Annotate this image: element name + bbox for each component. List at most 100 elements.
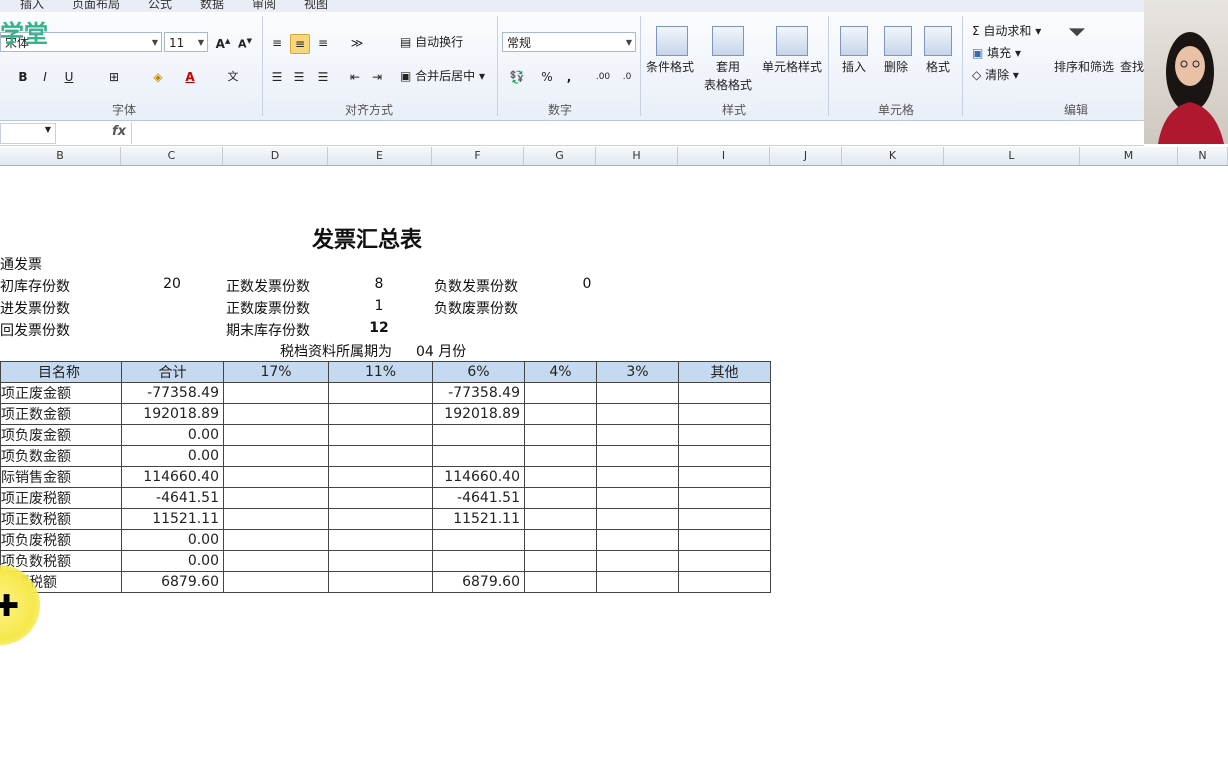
column-header-d[interactable]: D: [223, 147, 328, 165]
table-cell[interactable]: 6879.60: [121, 571, 224, 593]
info-value[interactable]: 12: [360, 320, 398, 336]
table-cell[interactable]: [678, 487, 771, 509]
column-header-h[interactable]: H: [596, 147, 678, 165]
table-cell[interactable]: 192018.89: [432, 403, 525, 425]
table-cell[interactable]: [223, 466, 329, 488]
name-box[interactable]: ▼: [0, 123, 56, 144]
table-cell[interactable]: [596, 550, 679, 572]
period-value[interactable]: 04 月份: [416, 341, 466, 361]
function-icon[interactable]: fx: [112, 124, 126, 139]
info-label[interactable]: 负数发票份数: [434, 276, 518, 296]
info-label[interactable]: 正数废票份数: [226, 298, 310, 318]
column-header-i[interactable]: I: [678, 147, 770, 165]
fill-color-icon[interactable]: ◈: [148, 68, 168, 86]
table-cell[interactable]: [223, 508, 329, 530]
fill-button[interactable]: ▣ 填充 ▾: [972, 44, 1021, 62]
table-cell[interactable]: [328, 571, 433, 593]
period-label[interactable]: 税档资料所属期为: [280, 341, 392, 361]
table-cell[interactable]: [596, 382, 679, 404]
table-cell[interactable]: [223, 382, 329, 404]
find-button[interactable]: 查找: [1120, 58, 1144, 76]
info-value[interactable]: 0: [568, 276, 606, 292]
conditional-format-button[interactable]: 条件格式: [646, 58, 694, 76]
table-header-cell[interactable]: 6%: [432, 361, 525, 383]
table-cell[interactable]: 11521.11: [432, 508, 525, 530]
table-cell[interactable]: [223, 424, 329, 446]
table-header-cell[interactable]: 目名称: [0, 361, 122, 383]
column-header-c[interactable]: C: [121, 147, 223, 165]
table-header-cell[interactable]: 其他: [678, 361, 771, 383]
border-icon[interactable]: ⊞: [104, 68, 124, 86]
column-header-f[interactable]: F: [432, 147, 524, 165]
table-cell[interactable]: [223, 529, 329, 551]
table-cell[interactable]: 项正废金额: [0, 382, 122, 404]
tab-page-layout[interactable]: 页面布局: [72, 0, 120, 12]
font-color-icon[interactable]: A: [180, 68, 200, 86]
table-cell[interactable]: 项负废金额: [0, 424, 122, 446]
align-middle-icon[interactable]: ≡: [290, 34, 310, 54]
tab-view[interactable]: 视图: [304, 0, 328, 12]
table-header-cell[interactable]: 17%: [223, 361, 329, 383]
tab-formulas[interactable]: 公式: [148, 0, 172, 12]
info-value[interactable]: 1: [360, 298, 398, 314]
column-header-g[interactable]: G: [524, 147, 596, 165]
autosum-button[interactable]: Σ 自动求和 ▾: [972, 22, 1041, 40]
table-cell[interactable]: [432, 445, 525, 467]
increase-decimal-icon[interactable]: .00: [592, 68, 614, 86]
table-cell[interactable]: [678, 508, 771, 530]
table-cell[interactable]: [432, 424, 525, 446]
table-cell[interactable]: [223, 487, 329, 509]
table-cell[interactable]: [678, 403, 771, 425]
table-header-cell[interactable]: 11%: [328, 361, 433, 383]
align-right-icon[interactable]: ☰: [314, 68, 332, 86]
info-label[interactable]: 初库存份数: [0, 276, 70, 296]
formula-input[interactable]: [136, 124, 1136, 142]
info-label[interactable]: 回发票份数: [0, 320, 70, 340]
table-cell[interactable]: [678, 424, 771, 446]
italic-icon[interactable]: I: [36, 68, 54, 86]
table-cell[interactable]: [328, 487, 433, 509]
sheet-title[interactable]: 发票汇总表: [312, 222, 422, 254]
table-cell[interactable]: [678, 445, 771, 467]
info-label[interactable]: 负数废票份数: [434, 298, 518, 318]
table-cell[interactable]: 际销售金额: [0, 466, 122, 488]
cell-styles-button[interactable]: 单元格样式: [762, 58, 822, 76]
column-header-m[interactable]: M: [1080, 147, 1178, 165]
table-cell[interactable]: [678, 382, 771, 404]
table-cell[interactable]: [596, 571, 679, 593]
table-cell[interactable]: 项负废税额: [0, 529, 122, 551]
table-cell[interactable]: [524, 571, 597, 593]
table-cell[interactable]: [524, 403, 597, 425]
table-cell[interactable]: [328, 382, 433, 404]
table-cell[interactable]: [596, 487, 679, 509]
table-cell[interactable]: [328, 508, 433, 530]
table-cell[interactable]: [524, 550, 597, 572]
table-cell[interactable]: [524, 424, 597, 446]
increase-font-icon[interactable]: A▲: [214, 32, 232, 53]
table-header-cell[interactable]: 3%: [596, 361, 679, 383]
table-cell[interactable]: 项正数金额: [0, 403, 122, 425]
table-cell[interactable]: 项负数金额: [0, 445, 122, 467]
table-cell[interactable]: [223, 550, 329, 572]
table-cell[interactable]: [223, 403, 329, 425]
table-cell[interactable]: 11521.11: [121, 508, 224, 530]
number-format-combo[interactable]: 常规 ▼: [502, 32, 636, 52]
column-header-n[interactable]: N: [1178, 147, 1228, 165]
currency-icon[interactable]: 💱: [506, 68, 528, 86]
table-cell[interactable]: [328, 466, 433, 488]
align-bottom-icon[interactable]: ≡: [314, 34, 332, 52]
table-cell[interactable]: [678, 466, 771, 488]
section-label[interactable]: 通发票: [0, 254, 42, 274]
increase-indent-icon[interactable]: ⇥: [368, 68, 386, 86]
font-size-combo[interactable]: 11 ▼: [164, 32, 208, 52]
table-cell[interactable]: 0.00: [121, 424, 224, 446]
table-cell[interactable]: [524, 529, 597, 551]
info-label[interactable]: 正数发票份数: [226, 276, 310, 296]
table-format-button[interactable]: 套用 表格格式: [700, 58, 756, 94]
column-header-l[interactable]: L: [944, 147, 1080, 165]
decrease-decimal-icon[interactable]: .0: [616, 68, 638, 86]
column-header-j[interactable]: J: [770, 147, 842, 165]
table-cell[interactable]: [524, 487, 597, 509]
table-cell[interactable]: [596, 445, 679, 467]
underline-icon[interactable]: U: [60, 68, 78, 86]
